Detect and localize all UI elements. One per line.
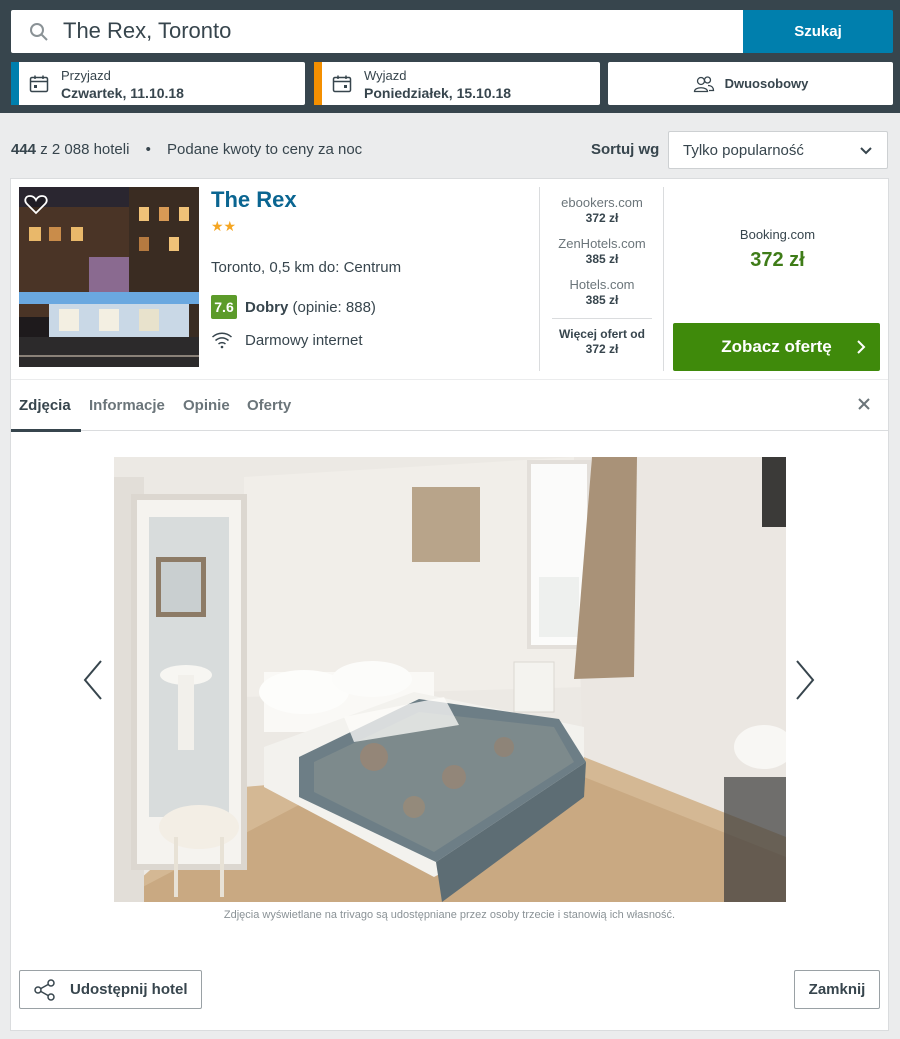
share-label: Udostępnij hotel — [70, 981, 188, 998]
close-button[interactable]: Zamknij — [794, 970, 880, 1009]
hotel-rating[interactable]: 7.6 Dobry (opinie: 888) — [211, 295, 376, 319]
offer-item[interactable]: Hotels.com 385 zł — [551, 277, 653, 307]
photo-credit: Zdjęcia wyświetlane na trivago są udostę… — [223, 909, 676, 921]
gallery-photo — [114, 457, 786, 902]
view-deal-button[interactable]: Zobacz ofertę — [673, 323, 880, 371]
offer-item[interactable]: ZenHotels.com 385 zł — [551, 236, 653, 266]
offer-price: 385 zł — [585, 252, 619, 266]
results-count: 444 — [11, 141, 37, 158]
room-type-selector[interactable]: Dwuosobowy — [608, 62, 893, 105]
share-hotel-button[interactable]: Udostępnij hotel — [19, 970, 202, 1009]
tab-info[interactable]: Informacje — [89, 397, 165, 414]
more-offers-link[interactable]: Więcej ofert od 372 zł — [551, 327, 653, 356]
rating-word: Dobry — [245, 298, 289, 316]
offer-site: ZenHotels.com — [558, 236, 646, 251]
offer-item[interactable]: ebookers.com 372 zł — [551, 195, 653, 225]
offer-site: ebookers.com — [561, 195, 643, 210]
tab-reviews[interactable]: Opinie — [183, 397, 230, 414]
tab-offers[interactable]: Oferty — [247, 397, 291, 414]
best-offer-site: Booking.com — [739, 227, 816, 242]
hotel-thumbnail[interactable] — [19, 187, 199, 367]
checkout-label: Wyjazd — [364, 68, 407, 83]
sort-select[interactable]: Tylko popularność — [668, 131, 888, 169]
results-total: z 2 088 hoteli — [40, 141, 130, 158]
users-icon — [693, 75, 714, 92]
wifi-icon — [211, 332, 233, 349]
hotel-card: The Rex ★★ Toronto, 0,5 km do: Centrum 7… — [10, 178, 889, 1031]
hotel-name[interactable]: The Rex — [211, 187, 297, 213]
divider — [539, 187, 540, 371]
room-type-label: Dwuosobowy — [724, 76, 809, 91]
rating-reviews: (opinie: 888) — [292, 298, 376, 316]
checkin-value: Czwartek, 11.10.18 — [61, 85, 184, 101]
view-deal-label: Zobacz ofertę — [721, 337, 832, 356]
offer-price: 372 zł — [585, 211, 619, 225]
offer-site: Hotels.com — [569, 277, 635, 292]
search-value: The Rex, Toronto — [63, 18, 232, 43]
calendar-icon — [29, 75, 49, 93]
offers-list: ebookers.com 372 zł ZenHotels.com 385 zł… — [551, 195, 653, 356]
divider — [663, 187, 664, 371]
heart-icon[interactable] — [24, 193, 48, 215]
search-icon — [30, 23, 48, 41]
sort-selected-value: Tylko popularność — [683, 141, 804, 159]
chevron-right-icon — [857, 340, 866, 354]
chevron-down-icon — [860, 147, 872, 155]
search-button[interactable]: Szukaj — [743, 10, 893, 53]
checkin-label: Przyjazd — [61, 68, 111, 83]
checkout-accent — [314, 62, 322, 105]
search-header: The Rex, Toronto Szukaj Przyjazd Czwarte… — [0, 0, 900, 113]
search-input[interactable]: The Rex, Toronto — [11, 10, 743, 53]
divider — [552, 318, 652, 319]
share-icon — [34, 978, 55, 1001]
sort-label: Sortuj wg — [591, 141, 660, 158]
amenity-label: Darmowy internet — [245, 331, 363, 349]
tab-photos[interactable]: Zdjęcia — [19, 397, 71, 414]
more-offers-label: Więcej ofert od — [559, 327, 645, 341]
active-tab-indicator — [11, 429, 81, 432]
more-offers-price: 372 zł — [585, 342, 619, 356]
hotel-location: Toronto, 0,5 km do: Centrum — [211, 259, 402, 276]
checkout-field[interactable]: Wyjazd Poniedziałek, 15.10.18 — [314, 62, 600, 105]
amenity-item: Darmowy internet — [211, 331, 363, 349]
star-rating: ★★ — [211, 218, 237, 234]
best-offer-price: 372 zł — [750, 249, 805, 271]
price-note: Podane kwoty to ceny za noc — [167, 141, 363, 158]
checkin-accent — [11, 62, 19, 105]
checkout-value: Poniedziałek, 15.10.18 — [364, 85, 512, 101]
chevron-left-icon[interactable] — [81, 653, 111, 707]
results-summary: 444 z 2 088 hoteli • Podane kwoty to cen… — [11, 141, 362, 158]
rating-score: 7.6 — [211, 295, 237, 319]
detail-tabs: Zdjęcia Informacje Opinie Oferty — [11, 379, 888, 432]
offer-price: 385 zł — [585, 293, 619, 307]
chevron-right-icon[interactable] — [789, 653, 819, 707]
checkin-field[interactable]: Przyjazd Czwartek, 11.10.18 — [11, 62, 305, 105]
separator-dot: • — [145, 141, 151, 158]
close-icon[interactable] — [857, 397, 871, 411]
calendar-icon — [332, 75, 352, 93]
